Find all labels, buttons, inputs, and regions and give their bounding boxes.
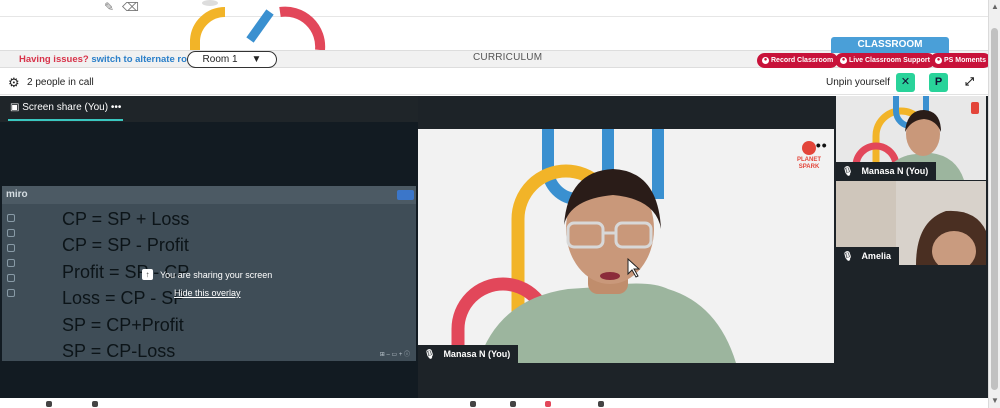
- miro-share-button: [397, 190, 414, 200]
- close-icon: ✕: [900, 76, 911, 88]
- hide-overlay-link[interactable]: Hide this overlay: [174, 288, 241, 298]
- classroom-tab[interactable]: CLASSROOM: [831, 37, 949, 53]
- avatar[interactable]: P: [929, 73, 948, 92]
- app-window: ✎ ⌫ Having issues? switch to alternate r…: [0, 0, 1000, 408]
- room-select[interactable]: Room 1 ▼: [187, 51, 277, 68]
- formula-line: CP = SP + Loss: [62, 209, 190, 229]
- tool-icon: [7, 244, 15, 252]
- participant-name: Manasa N (You): [861, 166, 929, 176]
- participant-tile[interactable]: 🎙 Amelia: [836, 181, 986, 265]
- screen-share-title: ▣ Screen share (You) •••: [10, 102, 121, 113]
- logo-text: SPARK: [798, 164, 820, 170]
- vertical-scrollbar[interactable]: ▲ ▼: [988, 0, 1000, 408]
- participant-name-tag: 🎙 Manasa N (You): [418, 345, 519, 363]
- bottom-toolbar: [0, 398, 988, 408]
- planet-spark-logo: PLANET SPARK: [794, 141, 824, 171]
- participant-name-tag: 🎙 Amelia: [836, 247, 899, 265]
- sharing-overlay: ↑ You are sharing your screen Hide this …: [142, 269, 312, 310]
- switch-room-link[interactable]: switch to alternate room: [91, 54, 201, 65]
- more-options-icon[interactable]: •••: [111, 102, 122, 113]
- mascot-icon: [802, 141, 816, 155]
- sharing-message: You are sharing your screen: [160, 270, 273, 280]
- curriculum-link[interactable]: CURRICULUM: [473, 52, 542, 63]
- people-count: 2 people in call: [27, 77, 94, 88]
- live-support-label: Live Classroom Support: [849, 57, 930, 64]
- microphone-icon: 🎙: [842, 166, 854, 176]
- miro-toolbar: miro: [2, 186, 416, 204]
- microphone-icon: 🎙: [424, 349, 436, 359]
- tool-icon: [7, 289, 15, 297]
- miro-zoom-controls: ⊞ – ▭ + ⓘ: [379, 352, 410, 358]
- screen-share-view: miro CP = SP + Loss CP = SP - Profit Pro…: [0, 122, 418, 398]
- eraser-icon[interactable]: ⌫: [122, 0, 139, 14]
- scroll-up-icon[interactable]: ▲: [991, 2, 999, 11]
- scroll-down-icon[interactable]: ▼: [991, 396, 999, 405]
- participant-name-tag: 🎙 Manasa N (You): [836, 162, 937, 180]
- call-header: ⚙ 2 people in call Unpin yourself ✕ P ⤢: [0, 70, 988, 95]
- participant-name: Amelia: [861, 251, 891, 261]
- pencil-icon[interactable]: ✎: [104, 0, 114, 14]
- formula-line: SP = CP+Profit: [62, 314, 184, 335]
- toolbar-icon[interactable]: [510, 401, 516, 407]
- room-bar: Having issues? switch to alternate room …: [0, 37, 992, 68]
- tool-icon: [7, 229, 15, 237]
- logo-text: PLANET: [797, 157, 821, 163]
- support-icon: ●: [840, 56, 847, 64]
- screen-share-icon: ▣: [10, 102, 20, 113]
- toolbar-icon[interactable]: [470, 401, 476, 407]
- formula-line: CP = SP - Profit: [62, 235, 189, 256]
- participant-name: Manasa N (You): [443, 349, 511, 359]
- miro-side-toolbar: [4, 210, 18, 336]
- expand-icon[interactable]: ⤢: [960, 73, 979, 92]
- ps-moments-label: PS Moments: [944, 57, 987, 64]
- miro-board: miro CP = SP + Loss CP = SP - Profit Pro…: [2, 186, 416, 361]
- toolbar-icon[interactable]: [598, 401, 604, 407]
- caret-down-icon: ▼: [251, 54, 262, 65]
- issues-text: Having issues?: [19, 54, 89, 65]
- formula-line: SP = CP-Loss: [62, 341, 176, 361]
- gear-icon[interactable]: ⚙: [8, 75, 20, 91]
- record-classroom-button[interactable]: ● Record Classroom: [757, 53, 839, 68]
- unpin-close-button[interactable]: ✕: [896, 73, 915, 92]
- microphone-icon: 🎙: [842, 251, 854, 261]
- record-icon: ●: [762, 56, 769, 64]
- ps-moments-button[interactable]: ● PS Moments: [930, 53, 992, 68]
- unpin-label: Unpin yourself: [826, 77, 890, 88]
- participant-tile[interactable]: 🎙 Manasa N (You): [836, 96, 986, 180]
- toolbar-icon[interactable]: [92, 401, 98, 407]
- toolbar-icon[interactable]: [545, 401, 551, 407]
- room-select-value: Room 1: [202, 54, 238, 65]
- live-support-button[interactable]: ● Live Classroom Support: [835, 53, 935, 68]
- scroll-thumb[interactable]: [991, 28, 998, 390]
- record-classroom-label: Record Classroom: [771, 57, 834, 64]
- video-frame: [451, 129, 736, 363]
- decorative-arcs: [190, 0, 326, 50]
- main-video-tile: ••• PLANET SPARK 🎙 Manasa N (You): [418, 129, 834, 363]
- tool-icon: [7, 214, 15, 222]
- upload-icon: ↑: [142, 269, 153, 280]
- screen-share-label: Screen share (You): [22, 102, 109, 113]
- moments-icon: ●: [935, 56, 942, 64]
- miro-logo: miro: [6, 189, 28, 200]
- tool-icon: [7, 274, 15, 282]
- call-stage: ▣ Screen share (You) ••• miro CP = SP + …: [0, 96, 988, 398]
- issues-notice: Having issues? switch to alternate room: [19, 54, 201, 65]
- tab-underline: [8, 119, 123, 121]
- screen-share-tab[interactable]: ▣ Screen share (You) •••: [0, 96, 418, 122]
- tool-icon: [7, 259, 15, 267]
- toolbar-icon[interactable]: [46, 401, 52, 407]
